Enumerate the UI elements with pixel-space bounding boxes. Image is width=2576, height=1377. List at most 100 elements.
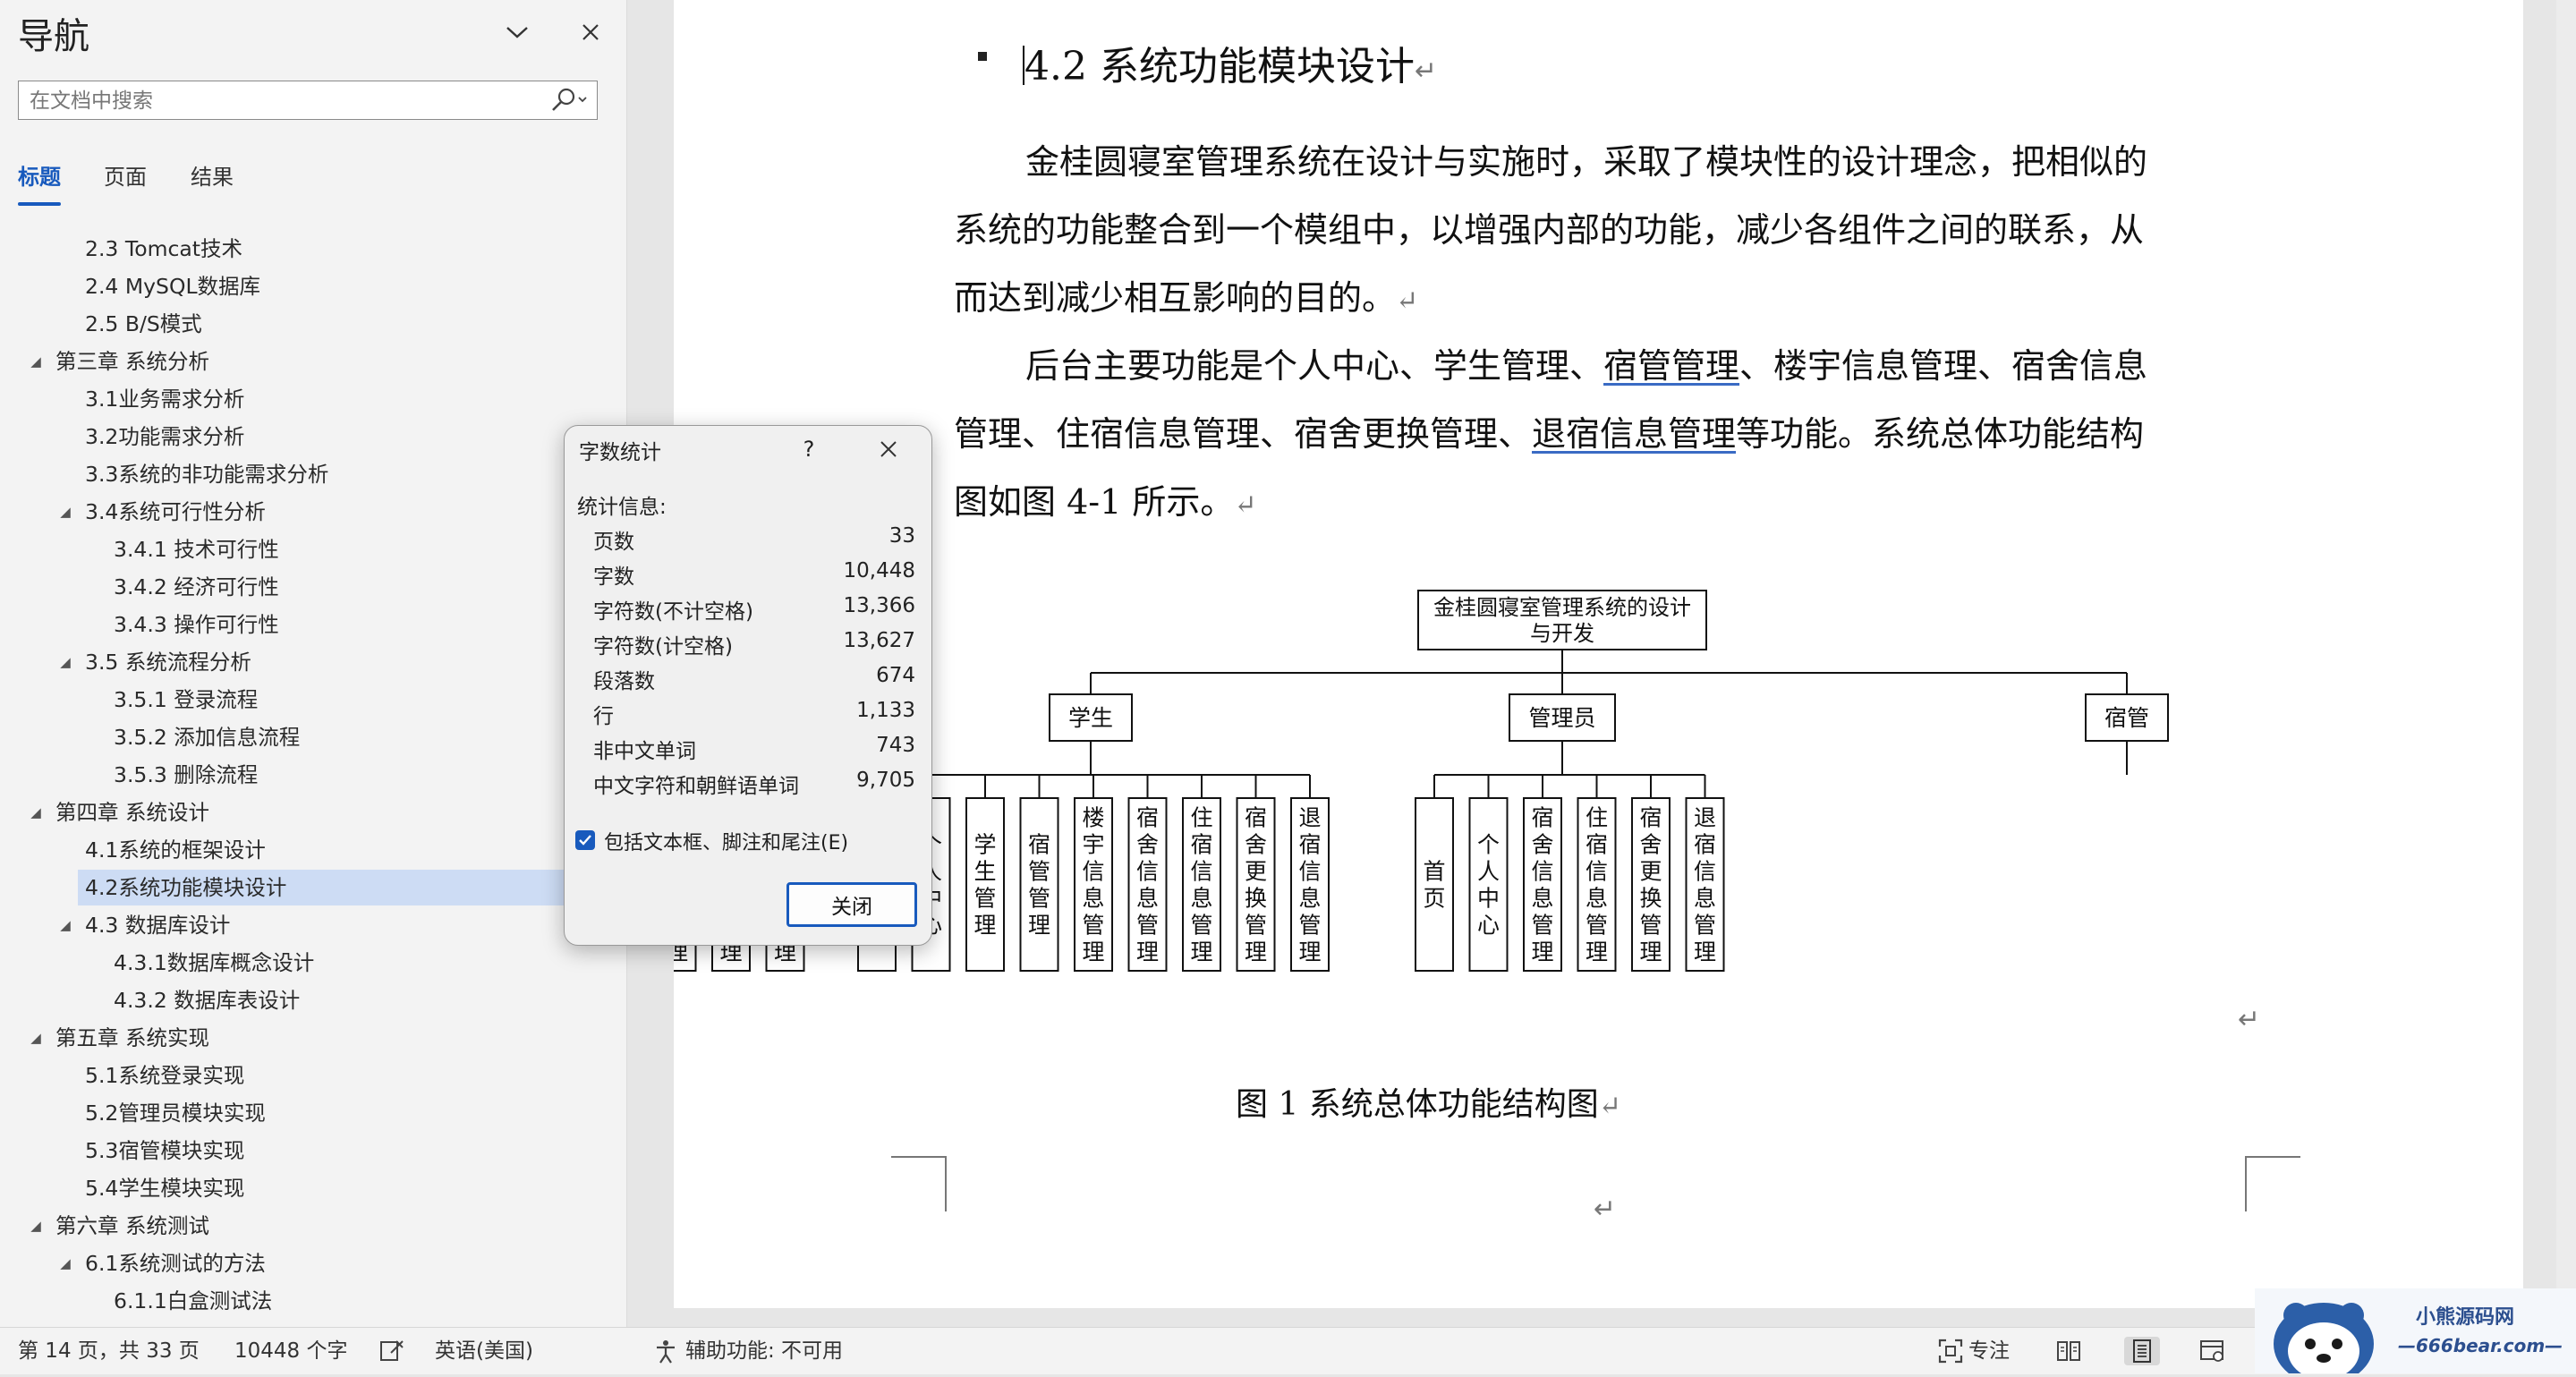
heading-tree-item[interactable]: 3.3系统的非功能需求分析: [85, 456, 328, 492]
print-layout-icon[interactable]: [2124, 1337, 2160, 1365]
search-button[interactable]: [543, 85, 593, 115]
heading-tree-item[interactable]: 3.5.1 登录流程: [114, 682, 258, 718]
search-input[interactable]: [28, 85, 532, 117]
heading-tree-item-label: 6.1系统测试的方法: [85, 1251, 266, 1276]
heading-tree-item-label: 4.3 数据库设计: [85, 913, 231, 938]
chart-leaf-label: 息: [1586, 886, 1608, 912]
return-mark: ↵: [1594, 1194, 1617, 1225]
accessibility-status[interactable]: 辅助功能: 不可用: [685, 1328, 843, 1374]
heading-tree-item[interactable]: 3.5.2 添加信息流程: [114, 719, 300, 755]
heading-tree-item[interactable]: 5.1系统登录实现: [85, 1058, 244, 1093]
web-layout-icon[interactable]: [2198, 1337, 2226, 1365]
heading-tree-item[interactable]: 3.4.2 经济可行性: [114, 569, 279, 605]
heading-tree-item-label: 5.3宿管模块实现: [85, 1138, 245, 1163]
chart-leaf-label: 宿: [1694, 832, 1716, 858]
tab-results[interactable]: 结果: [191, 159, 234, 191]
chart-leaf-label: 退: [1298, 805, 1321, 831]
heading-tree-item[interactable]: 2.3 Tomcat技术: [85, 231, 242, 267]
chart-leaf-label: 息: [1190, 886, 1212, 912]
heading-tree-item[interactable]: 5.3宿管模块实现: [85, 1133, 244, 1169]
chart-leaf-label: 换: [1639, 886, 1662, 912]
heading-tree-item[interactable]: 2.4 MySQL数据库: [85, 268, 260, 304]
chart-leaf-label: 理: [1639, 939, 1662, 965]
crop-mark-left: [891, 1156, 947, 1211]
heading-tree-item[interactable]: ◢ 第四章 系统设计: [30, 795, 209, 830]
expand-arrow-icon[interactable]: ◢: [25, 344, 47, 379]
heading-tree-item[interactable]: 6.1.1白盒测试法: [114, 1283, 272, 1319]
heading-tree-item[interactable]: ◢ 3.5 系统流程分析: [60, 644, 251, 680]
chart-leaf-label: 息: [1082, 886, 1104, 912]
heading-tree-item[interactable]: 2.5 B/S模式: [85, 306, 202, 342]
heading-tree-item[interactable]: 3.5.3 删除流程: [114, 757, 258, 793]
heading-tree-item[interactable]: 4.3.1数据库概念设计: [114, 945, 314, 981]
heading-tree-item[interactable]: 4.2系统功能模块设计: [78, 870, 569, 905]
expand-arrow-icon[interactable]: ◢: [55, 644, 76, 680]
stat-label: 字符数(计空格): [593, 635, 733, 659]
heading-tree-item[interactable]: ◢ 6.1系统测试的方法: [60, 1245, 266, 1281]
word-count-status[interactable]: 10448 个字: [234, 1328, 347, 1374]
page-count-status[interactable]: 第 14 页，共 33 页: [18, 1328, 200, 1374]
heading-tree-item-label: 3.4.1 技术可行性: [114, 537, 279, 562]
heading-tree-item-label: 5.1系统登录实现: [85, 1063, 245, 1088]
accessibility-icon[interactable]: [651, 1337, 680, 1365]
heading-tree-item[interactable]: 4.1系统的框架设计: [85, 832, 266, 868]
tab-pages[interactable]: 页面: [104, 159, 147, 191]
chart-leaf-label: 理: [1136, 939, 1159, 965]
proofing-icon[interactable]: [378, 1337, 406, 1365]
document-page[interactable]: 4.2 系统功能模块设计↵ 金桂圆寝室管理系统在设计与实施时，采取了模块性的设计…: [674, 0, 2523, 1308]
dialog-help-button[interactable]: ?: [791, 431, 827, 467]
read-mode-icon[interactable]: [2054, 1337, 2083, 1365]
expand-arrow-icon[interactable]: ◢: [25, 795, 47, 830]
document-scrollbar[interactable]: [2556, 0, 2576, 1327]
heading-tree-item[interactable]: 5.2管理员模块实现: [85, 1095, 266, 1131]
chart-leaf-label: 宿: [1639, 805, 1662, 831]
word-count-dialog: 字数统计 ? 统计信息: 页数 33 字数 10,448 字符数(不计空格) 13,366…: [564, 425, 932, 946]
nav-options-button[interactable]: [497, 13, 537, 52]
chart-leaf-label: 管: [1586, 913, 1608, 939]
stat-row: 字符数(不计空格) 13,366: [593, 594, 915, 629]
stat-row: 字数 10,448: [593, 559, 915, 594]
include-textbox-checkbox[interactable]: [575, 830, 595, 850]
expand-arrow-icon[interactable]: ◢: [25, 1020, 47, 1056]
figure-caption-text: 图 1 系统总体功能结构图: [1236, 1086, 1599, 1123]
heading-tree-item[interactable]: 4.3.2 数据库表设计: [114, 982, 300, 1018]
heading-tree-item[interactable]: 3.4.3 操作可行性: [114, 607, 279, 642]
focus-mode-icon[interactable]: [1936, 1337, 1965, 1365]
heading-tree-item-label: 3.2功能需求分析: [85, 424, 245, 449]
checkmark-icon: [579, 835, 591, 846]
heading-tree-item-label: 6.1.1白盒测试法: [114, 1288, 273, 1313]
heading-tree-item[interactable]: ◢ 第三章 系统分析: [30, 344, 209, 379]
language-status[interactable]: 英语(美国): [435, 1328, 533, 1374]
heading-tree-item[interactable]: 3.4.1 技术可行性: [114, 531, 279, 567]
stat-value: 13,366: [843, 594, 915, 617]
nav-close-button[interactable]: [571, 13, 610, 52]
stat-label: 字符数(不计空格): [593, 600, 753, 624]
stat-value: 33: [888, 524, 915, 548]
chart-leaf-label: 退: [1694, 805, 1716, 831]
close-button[interactable]: 关闭: [786, 882, 917, 927]
expand-arrow-icon[interactable]: ◢: [55, 1245, 76, 1281]
tab-headings[interactable]: 标题: [18, 159, 61, 206]
stat-value: 9,705: [856, 769, 915, 792]
chart-leaf-box: [1019, 797, 1059, 972]
heading-tree-item[interactable]: ◢ 第六章 系统测试: [30, 1208, 209, 1244]
chart-leaf-label: 管: [1245, 913, 1267, 939]
dialog-close-x-button[interactable]: [869, 431, 908, 467]
expand-arrow-icon[interactable]: ◢: [55, 494, 76, 530]
heading-tree: 2.3 Tomcat技术 2.4 MySQL数据库 2.5 B/S模式 ◢ 第三章 系统…: [0, 215, 626, 1321]
heading-tree-item[interactable]: ◢ 第五章 系统实现: [30, 1020, 209, 1056]
focus-mode-button[interactable]: 专注: [1968, 1328, 2010, 1374]
heading-tree-item[interactable]: 3.1业务需求分析: [85, 381, 244, 417]
heading-tree-item-label: 4.2系统功能模块设计: [85, 875, 287, 900]
heading-tree-item-label: 2.3 Tomcat技术: [85, 236, 243, 261]
stat-value: 10,448: [843, 559, 915, 582]
expand-arrow-icon[interactable]: ◢: [25, 1208, 47, 1244]
chart-leaf-label: 中: [1477, 886, 1500, 912]
heading-tree-item[interactable]: ◢ 4.3 数据库设计: [60, 907, 231, 943]
heading-tree-item[interactable]: 5.4学生模块实现: [85, 1170, 244, 1206]
expand-arrow-icon[interactable]: ◢: [55, 907, 76, 943]
chart-leaf-label: 息: [1136, 886, 1159, 912]
heading-tree-item[interactable]: 3.2功能需求分析: [85, 419, 244, 455]
chart-leaf-label: 宿: [1586, 832, 1608, 858]
heading-tree-item[interactable]: ◢ 3.4系统可行性分析: [60, 494, 266, 530]
